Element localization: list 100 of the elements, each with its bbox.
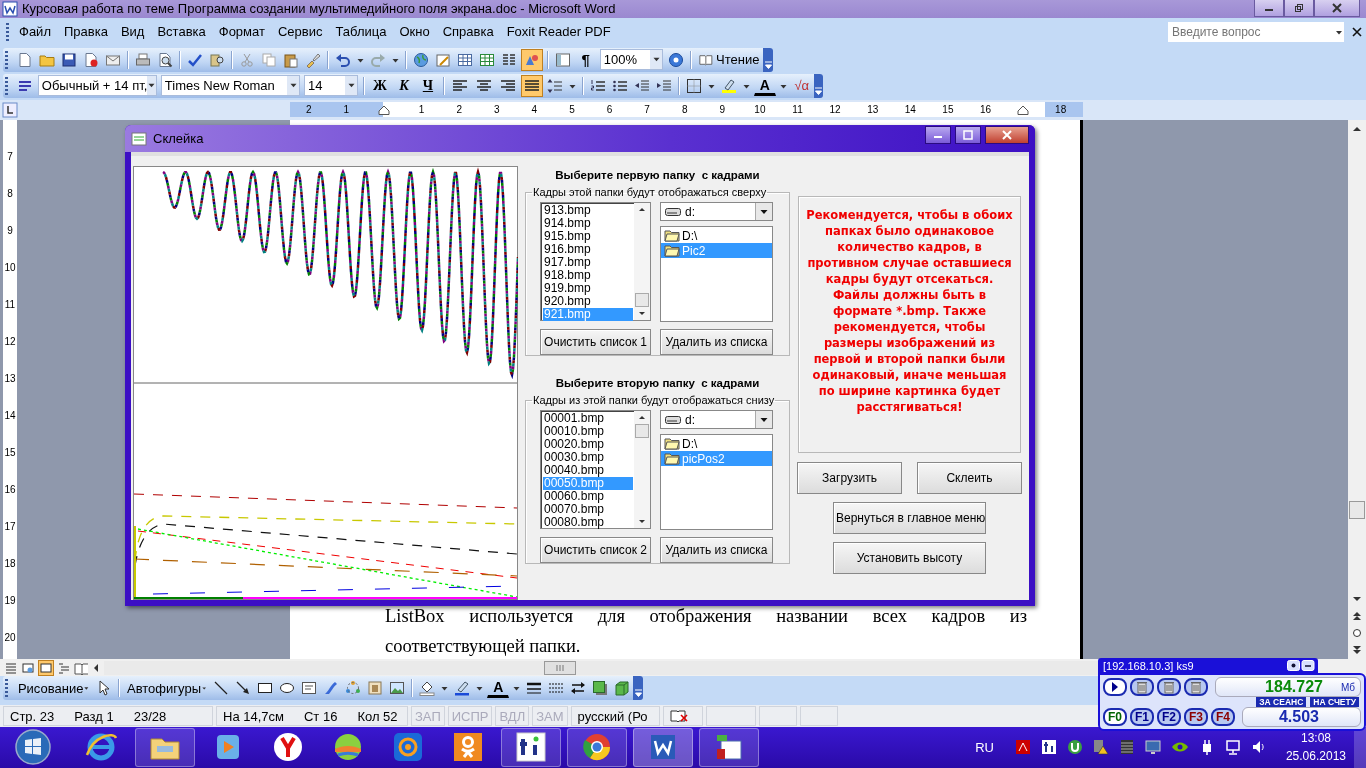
brush-icon[interactable] — [304, 51, 321, 68]
menu-item[interactable]: Таблица — [331, 22, 396, 42]
arrows-icon[interactable] — [570, 680, 587, 697]
clear-list-button[interactable]: Очистить список 1 — [540, 329, 651, 355]
menu-item[interactable]: Справка — [438, 22, 503, 42]
table-icon[interactable] — [456, 51, 473, 68]
drive-dropdown[interactable]: d: — [660, 202, 773, 221]
save-icon[interactable] — [60, 51, 77, 68]
ti-icon[interactable] — [1040, 739, 1057, 756]
swoosh-icon[interactable] — [323, 680, 340, 697]
function-key-button[interactable]: F4 — [1211, 708, 1235, 726]
menu-item[interactable]: Правка — [59, 22, 117, 42]
scroll-thumb[interactable] — [635, 424, 649, 438]
ti-icon[interactable] — [514, 730, 548, 765]
close-button[interactable] — [985, 125, 1029, 144]
scroll-up-icon[interactable] — [638, 414, 646, 420]
indent-marker-icon[interactable] — [378, 104, 390, 115]
equation-button[interactable]: √α — [790, 74, 813, 97]
line-icon[interactable] — [213, 680, 230, 697]
file-list-item[interactable]: 913.bmp — [543, 204, 633, 217]
file-list-item[interactable]: 00030.bmp — [543, 451, 633, 464]
action-button[interactable]: Вернуться в главное меню — [833, 502, 986, 534]
file-list-item[interactable]: 919.bmp — [543, 282, 633, 295]
menu-item[interactable]: Сервис — [273, 22, 332, 42]
italic-button[interactable]: К — [392, 74, 415, 97]
file-list[interactable]: 913.bmp 914.bmp 915.bmp 916.bmp 917.bmp 918.bmp 919.bmp 920.bmp 921.bmp — [540, 202, 651, 321]
drive-dropdown[interactable]: d: — [660, 410, 773, 429]
minimize-button[interactable] — [925, 125, 951, 144]
increase-indent-icon[interactable] — [655, 77, 672, 94]
dropdown-button[interactable] — [650, 50, 663, 70]
grid-icon[interactable] — [1118, 739, 1135, 756]
file-list-item[interactable]: 916.bmp — [543, 243, 633, 256]
numbered-list-icon[interactable] — [589, 77, 606, 94]
clipboard-icon[interactable] — [282, 51, 299, 68]
question-field[interactable]: Введите вопрос — [1168, 21, 1334, 42]
font-size-dropdown[interactable]: 14 — [304, 75, 358, 97]
dropdown-button[interactable] — [287, 76, 300, 96]
fill-bucket-icon[interactable] — [419, 680, 436, 697]
clock-time[interactable]: 13:08 — [1300, 729, 1331, 748]
widget-controls-icon[interactable] — [1287, 660, 1315, 671]
clipart-icon[interactable] — [367, 680, 384, 697]
scrollbar[interactable] — [634, 203, 650, 320]
action-button[interactable]: Склеить — [917, 462, 1022, 494]
file-list-item[interactable]: 920.bmp — [543, 295, 633, 308]
file-list-item[interactable]: 00010.bmp — [543, 425, 633, 438]
function-key-button[interactable]: F2 — [1157, 708, 1181, 726]
formatting-marks-button[interactable]: ¶ — [574, 48, 597, 71]
play-button[interactable] — [1103, 678, 1127, 696]
menu-item[interactable]: Вставка — [153, 22, 215, 42]
zoom-dropdown[interactable]: 100% — [599, 49, 664, 71]
file-list-item[interactable]: 00080.bmp — [543, 516, 633, 529]
reading-button[interactable]: Чтение — [696, 48, 763, 71]
at-sign-icon[interactable] — [392, 731, 424, 764]
torrent-icon[interactable] — [1066, 739, 1083, 756]
folder-list[interactable]: D:\ picPos2 — [660, 434, 773, 530]
undo-icon[interactable] — [334, 51, 351, 68]
book-cross-icon[interactable] — [669, 709, 688, 723]
input-language-indicator[interactable]: RU — [975, 740, 994, 755]
file-list-item[interactable]: 00020.bmp — [543, 438, 633, 451]
toolbar-options-button[interactable] — [813, 73, 823, 98]
start-button[interactable] — [14, 728, 52, 767]
network-icon[interactable] — [1224, 739, 1241, 756]
web-view-icon[interactable] — [21, 660, 35, 675]
file-list[interactable]: 00001.bmp 00010.bmp 00020.bmp 00030.bmp 00040.bmp 00050.bmp 00060.bmp 00070.bmp 00080.bmp — [540, 410, 651, 529]
y-letter-icon[interactable] — [272, 731, 304, 764]
scrollbar[interactable] — [634, 411, 650, 528]
document-icon[interactable] — [82, 51, 99, 68]
maximize-button[interactable] — [955, 125, 981, 144]
caret-icon[interactable] — [1334, 21, 1344, 42]
file-list-item[interactable]: 915.bmp — [543, 230, 633, 243]
style-dropdown[interactable]: Обычный + 14 пт, — [37, 75, 157, 97]
new-document-icon[interactable] — [16, 51, 33, 68]
warning-icon[interactable] — [1092, 739, 1109, 756]
monitor-icon[interactable] — [1144, 739, 1161, 756]
highlighter-icon[interactable] — [720, 77, 737, 94]
dropdown-button[interactable] — [755, 411, 772, 428]
text-box-icon[interactable] — [301, 680, 318, 697]
trash-button[interactable] — [1184, 678, 1208, 696]
scroll-thumb[interactable] — [635, 293, 649, 307]
print-preview-icon[interactable] — [156, 51, 173, 68]
reading-view-icon[interactable] — [74, 660, 88, 675]
horizontal-ruler[interactable]: 2 1 1 2 3 4 5 6 7 8 9 10 11 12 13 14 15 16 18 — [290, 102, 1083, 118]
bold-button[interactable]: Ж — [368, 74, 391, 97]
menu-item[interactable]: Файл — [15, 22, 60, 42]
menu-item[interactable]: Формат — [214, 22, 274, 42]
language-indicator[interactable]: русский (Ро — [570, 706, 660, 726]
diagram-icon[interactable] — [345, 680, 362, 697]
clock-date[interactable]: 25.06.2013 — [1285, 747, 1346, 766]
scroll-up-icon[interactable] — [638, 206, 646, 212]
cube-icon[interactable] — [614, 680, 631, 697]
trash-button[interactable] — [1130, 678, 1154, 696]
file-list-item[interactable]: 00060.bmp — [543, 490, 633, 503]
file-list-item[interactable]: 917.bmp — [543, 256, 633, 269]
close-button[interactable] — [1314, 0, 1360, 17]
table-pencil-icon[interactable] — [434, 51, 451, 68]
file-list-item[interactable]: 00040.bmp — [543, 464, 633, 477]
file-list-item[interactable]: 00001.bmp — [543, 412, 633, 425]
printer-icon[interactable] — [134, 51, 151, 68]
columns-icon[interactable] — [500, 51, 517, 68]
function-key-button[interactable]: F3 — [1184, 708, 1208, 726]
